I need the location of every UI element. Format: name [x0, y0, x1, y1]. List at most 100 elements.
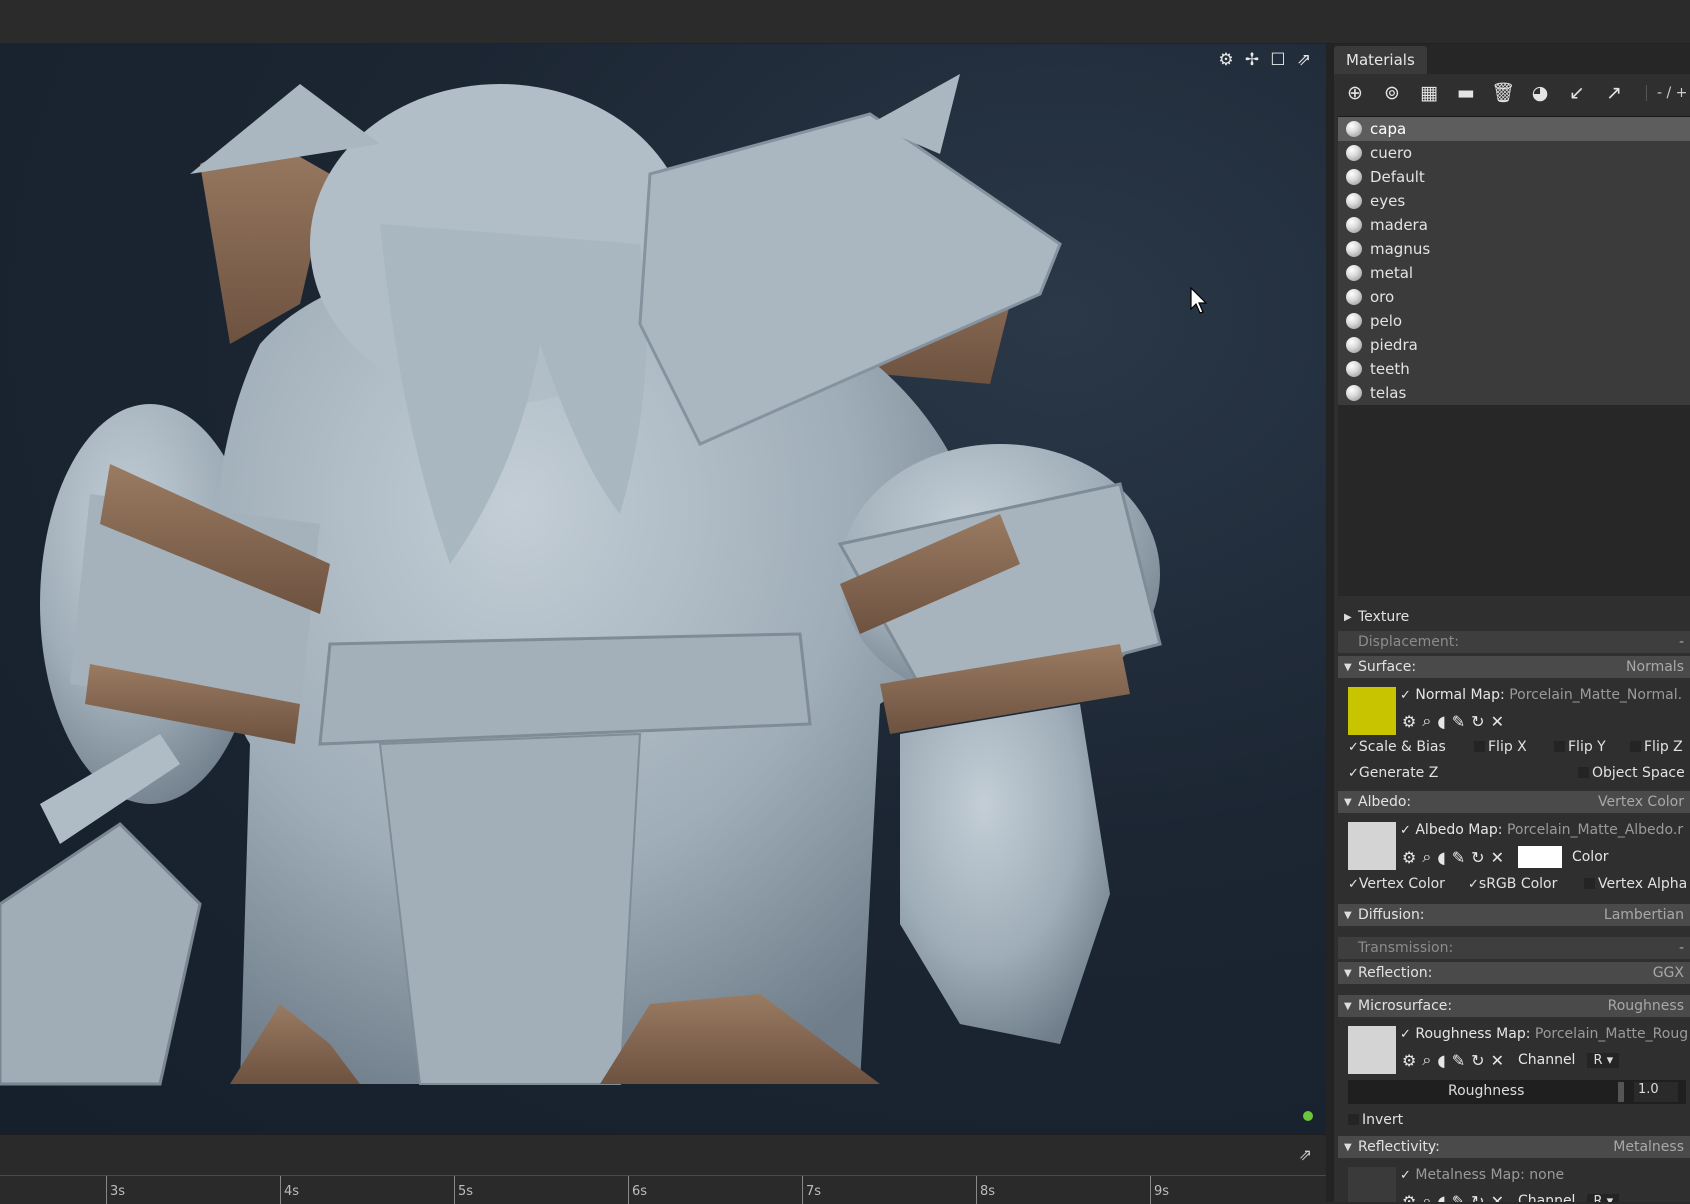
- roughness-value-field[interactable]: 1.0: [1634, 1082, 1678, 1102]
- gear-icon[interactable]: ⚙: [1402, 848, 1416, 867]
- vertex-alpha-option[interactable]: Vertex Alpha: [1584, 876, 1687, 892]
- slider-handle[interactable]: [1618, 1082, 1624, 1102]
- section-value[interactable]: -: [1679, 634, 1684, 650]
- section-value[interactable]: Vertex Color: [1598, 794, 1684, 810]
- albedo-map-swatch[interactable]: [1348, 822, 1396, 870]
- gear-icon[interactable]: ⚙: [1402, 1192, 1416, 1203]
- pencil-icon[interactable]: ✎: [1452, 848, 1465, 867]
- folder-icon[interactable]: ▬: [1451, 79, 1481, 107]
- flip-y-option[interactable]: Flip Y: [1554, 739, 1606, 755]
- split-view-icon[interactable]: ✢: [1242, 50, 1262, 70]
- eyedropper-icon[interactable]: ◖: [1437, 1051, 1445, 1070]
- refresh-icon[interactable]: ↻: [1471, 848, 1484, 867]
- section-value[interactable]: -: [1679, 940, 1684, 956]
- transmission-section[interactable]: Transmission: -: [1338, 937, 1690, 959]
- reflectivity-section[interactable]: ▼ Reflectivity: Metalness: [1338, 1136, 1690, 1158]
- scale-bias-option[interactable]: ✓Scale & Bias: [1348, 739, 1446, 755]
- search-icon[interactable]: ⌕: [1422, 847, 1431, 867]
- roughness-map-swatch[interactable]: [1348, 1026, 1396, 1074]
- list-item[interactable]: madera: [1338, 213, 1690, 237]
- add-material-icon[interactable]: ⊕: [1340, 79, 1370, 107]
- list-item[interactable]: magnus: [1338, 237, 1690, 261]
- generate-z-option[interactable]: ✓Generate Z: [1348, 765, 1438, 781]
- close-icon[interactable]: ✕: [1491, 1192, 1504, 1203]
- list-item[interactable]: capa: [1338, 117, 1690, 141]
- map-file[interactable]: Porcelain_Matte_Normal.: [1509, 687, 1682, 703]
- search-icon[interactable]: ⌕: [1422, 711, 1431, 731]
- flip-x-option[interactable]: Flip X: [1474, 739, 1527, 755]
- section-value[interactable]: Normals: [1626, 659, 1684, 675]
- export-icon[interactable]: ↗: [1599, 79, 1629, 107]
- vertex-color-option[interactable]: ✓Vertex Color: [1348, 876, 1445, 892]
- channel-label: Channel: [1517, 1193, 1576, 1202]
- eyedropper-icon[interactable]: ◖: [1437, 848, 1445, 867]
- check-icon[interactable]: ✓: [1400, 823, 1411, 838]
- timeline[interactable]: ⇗ 3s 4s 5s 6s 7s 8s 9s: [0, 1134, 1326, 1204]
- delete-icon[interactable]: 🗑: [1488, 79, 1518, 107]
- invert-option[interactable]: Invert: [1348, 1112, 1403, 1128]
- search-icon[interactable]: ⌕: [1422, 1050, 1431, 1070]
- close-icon[interactable]: ✕: [1491, 848, 1504, 867]
- list-item[interactable]: pelo: [1338, 309, 1690, 333]
- gear-icon[interactable]: ⚙: [1402, 1051, 1416, 1070]
- gear-icon[interactable]: ⚙: [1216, 50, 1236, 70]
- pencil-icon[interactable]: ✎: [1452, 1192, 1465, 1203]
- list-item[interactable]: telas: [1338, 381, 1690, 405]
- search-icon[interactable]: ⌕: [1422, 1191, 1431, 1202]
- channel-select[interactable]: R ▾: [1587, 1052, 1620, 1068]
- section-value[interactable]: Lambertian: [1604, 907, 1684, 923]
- checker-icon[interactable]: ▦: [1414, 79, 1444, 107]
- channel-select[interactable]: R ▾: [1587, 1193, 1620, 1202]
- texture-section[interactable]: ▶ Texture: [1338, 606, 1690, 628]
- reflection-section[interactable]: ▼ Reflection: GGX: [1338, 962, 1690, 984]
- diffusion-section[interactable]: ▼ Diffusion: Lambertian: [1338, 904, 1690, 926]
- timeline-ruler[interactable]: 3s 4s 5s 6s 7s 8s 9s: [0, 1175, 1326, 1204]
- albedo-section[interactable]: ▼ Albedo: Vertex Color: [1338, 791, 1690, 813]
- pencil-icon[interactable]: ✎: [1452, 1051, 1465, 1070]
- duplicate-icon[interactable]: ⊚: [1377, 79, 1407, 107]
- displacement-section[interactable]: Displacement: -: [1338, 631, 1690, 653]
- normal-map-swatch[interactable]: [1348, 687, 1396, 735]
- expand-icon[interactable]: ⇗: [1299, 1145, 1312, 1164]
- flip-z-option[interactable]: Flip Z: [1630, 739, 1683, 755]
- microsurface-section[interactable]: ▼ Microsurface: Roughness: [1338, 995, 1690, 1017]
- refresh-icon[interactable]: ↻: [1471, 712, 1484, 731]
- eyedropper-icon[interactable]: ◖: [1437, 712, 1445, 731]
- list-item[interactable]: cuero: [1338, 141, 1690, 165]
- tab-materials[interactable]: Materials: [1334, 46, 1427, 74]
- list-item[interactable]: eyes: [1338, 189, 1690, 213]
- import-icon[interactable]: ↙: [1562, 79, 1592, 107]
- check-icon[interactable]: ✓: [1400, 1168, 1411, 1183]
- srgb-color-option[interactable]: ✓sRGB Color: [1468, 876, 1557, 892]
- single-view-icon[interactable]: ☐: [1268, 50, 1288, 70]
- object-space-option[interactable]: Object Space: [1578, 765, 1685, 781]
- list-item[interactable]: piedra: [1338, 333, 1690, 357]
- color-swatch[interactable]: [1517, 846, 1562, 868]
- list-item[interactable]: oro: [1338, 285, 1690, 309]
- panel-divider[interactable]: [1326, 44, 1334, 1202]
- close-icon[interactable]: ✕: [1491, 712, 1504, 731]
- surface-section[interactable]: ▼ Surface: Normals: [1338, 656, 1690, 678]
- gear-icon[interactable]: ⚙: [1402, 712, 1416, 731]
- section-value[interactable]: Metalness: [1613, 1139, 1684, 1155]
- map-file[interactable]: Porcelain_Matte_Albedo.r: [1507, 822, 1683, 838]
- eyedropper-icon[interactable]: ◖: [1437, 1192, 1445, 1203]
- map-file[interactable]: none: [1529, 1167, 1564, 1183]
- close-icon[interactable]: ✕: [1491, 1051, 1504, 1070]
- popout-icon[interactable]: ⇗: [1294, 50, 1314, 70]
- check-icon[interactable]: ✓: [1400, 688, 1411, 703]
- select-icon[interactable]: ◕: [1525, 79, 1555, 107]
- section-value[interactable]: Roughness: [1608, 998, 1684, 1014]
- metalness-map-swatch[interactable]: [1348, 1167, 1396, 1202]
- check-icon[interactable]: ✓: [1400, 1027, 1411, 1042]
- section-value[interactable]: GGX: [1653, 965, 1684, 981]
- map-file[interactable]: Porcelain_Matte_Roug: [1535, 1026, 1688, 1042]
- roughness-slider[interactable]: Roughness 1.0: [1348, 1080, 1686, 1104]
- pencil-icon[interactable]: ✎: [1452, 712, 1465, 731]
- list-item[interactable]: Default: [1338, 165, 1690, 189]
- list-item[interactable]: metal: [1338, 261, 1690, 285]
- list-item[interactable]: teeth: [1338, 357, 1690, 381]
- refresh-icon[interactable]: ↻: [1471, 1192, 1484, 1203]
- refresh-icon[interactable]: ↻: [1471, 1051, 1484, 1070]
- 3d-viewport[interactable]: ⚙ ✢ ☐ ⇗: [0, 44, 1326, 1134]
